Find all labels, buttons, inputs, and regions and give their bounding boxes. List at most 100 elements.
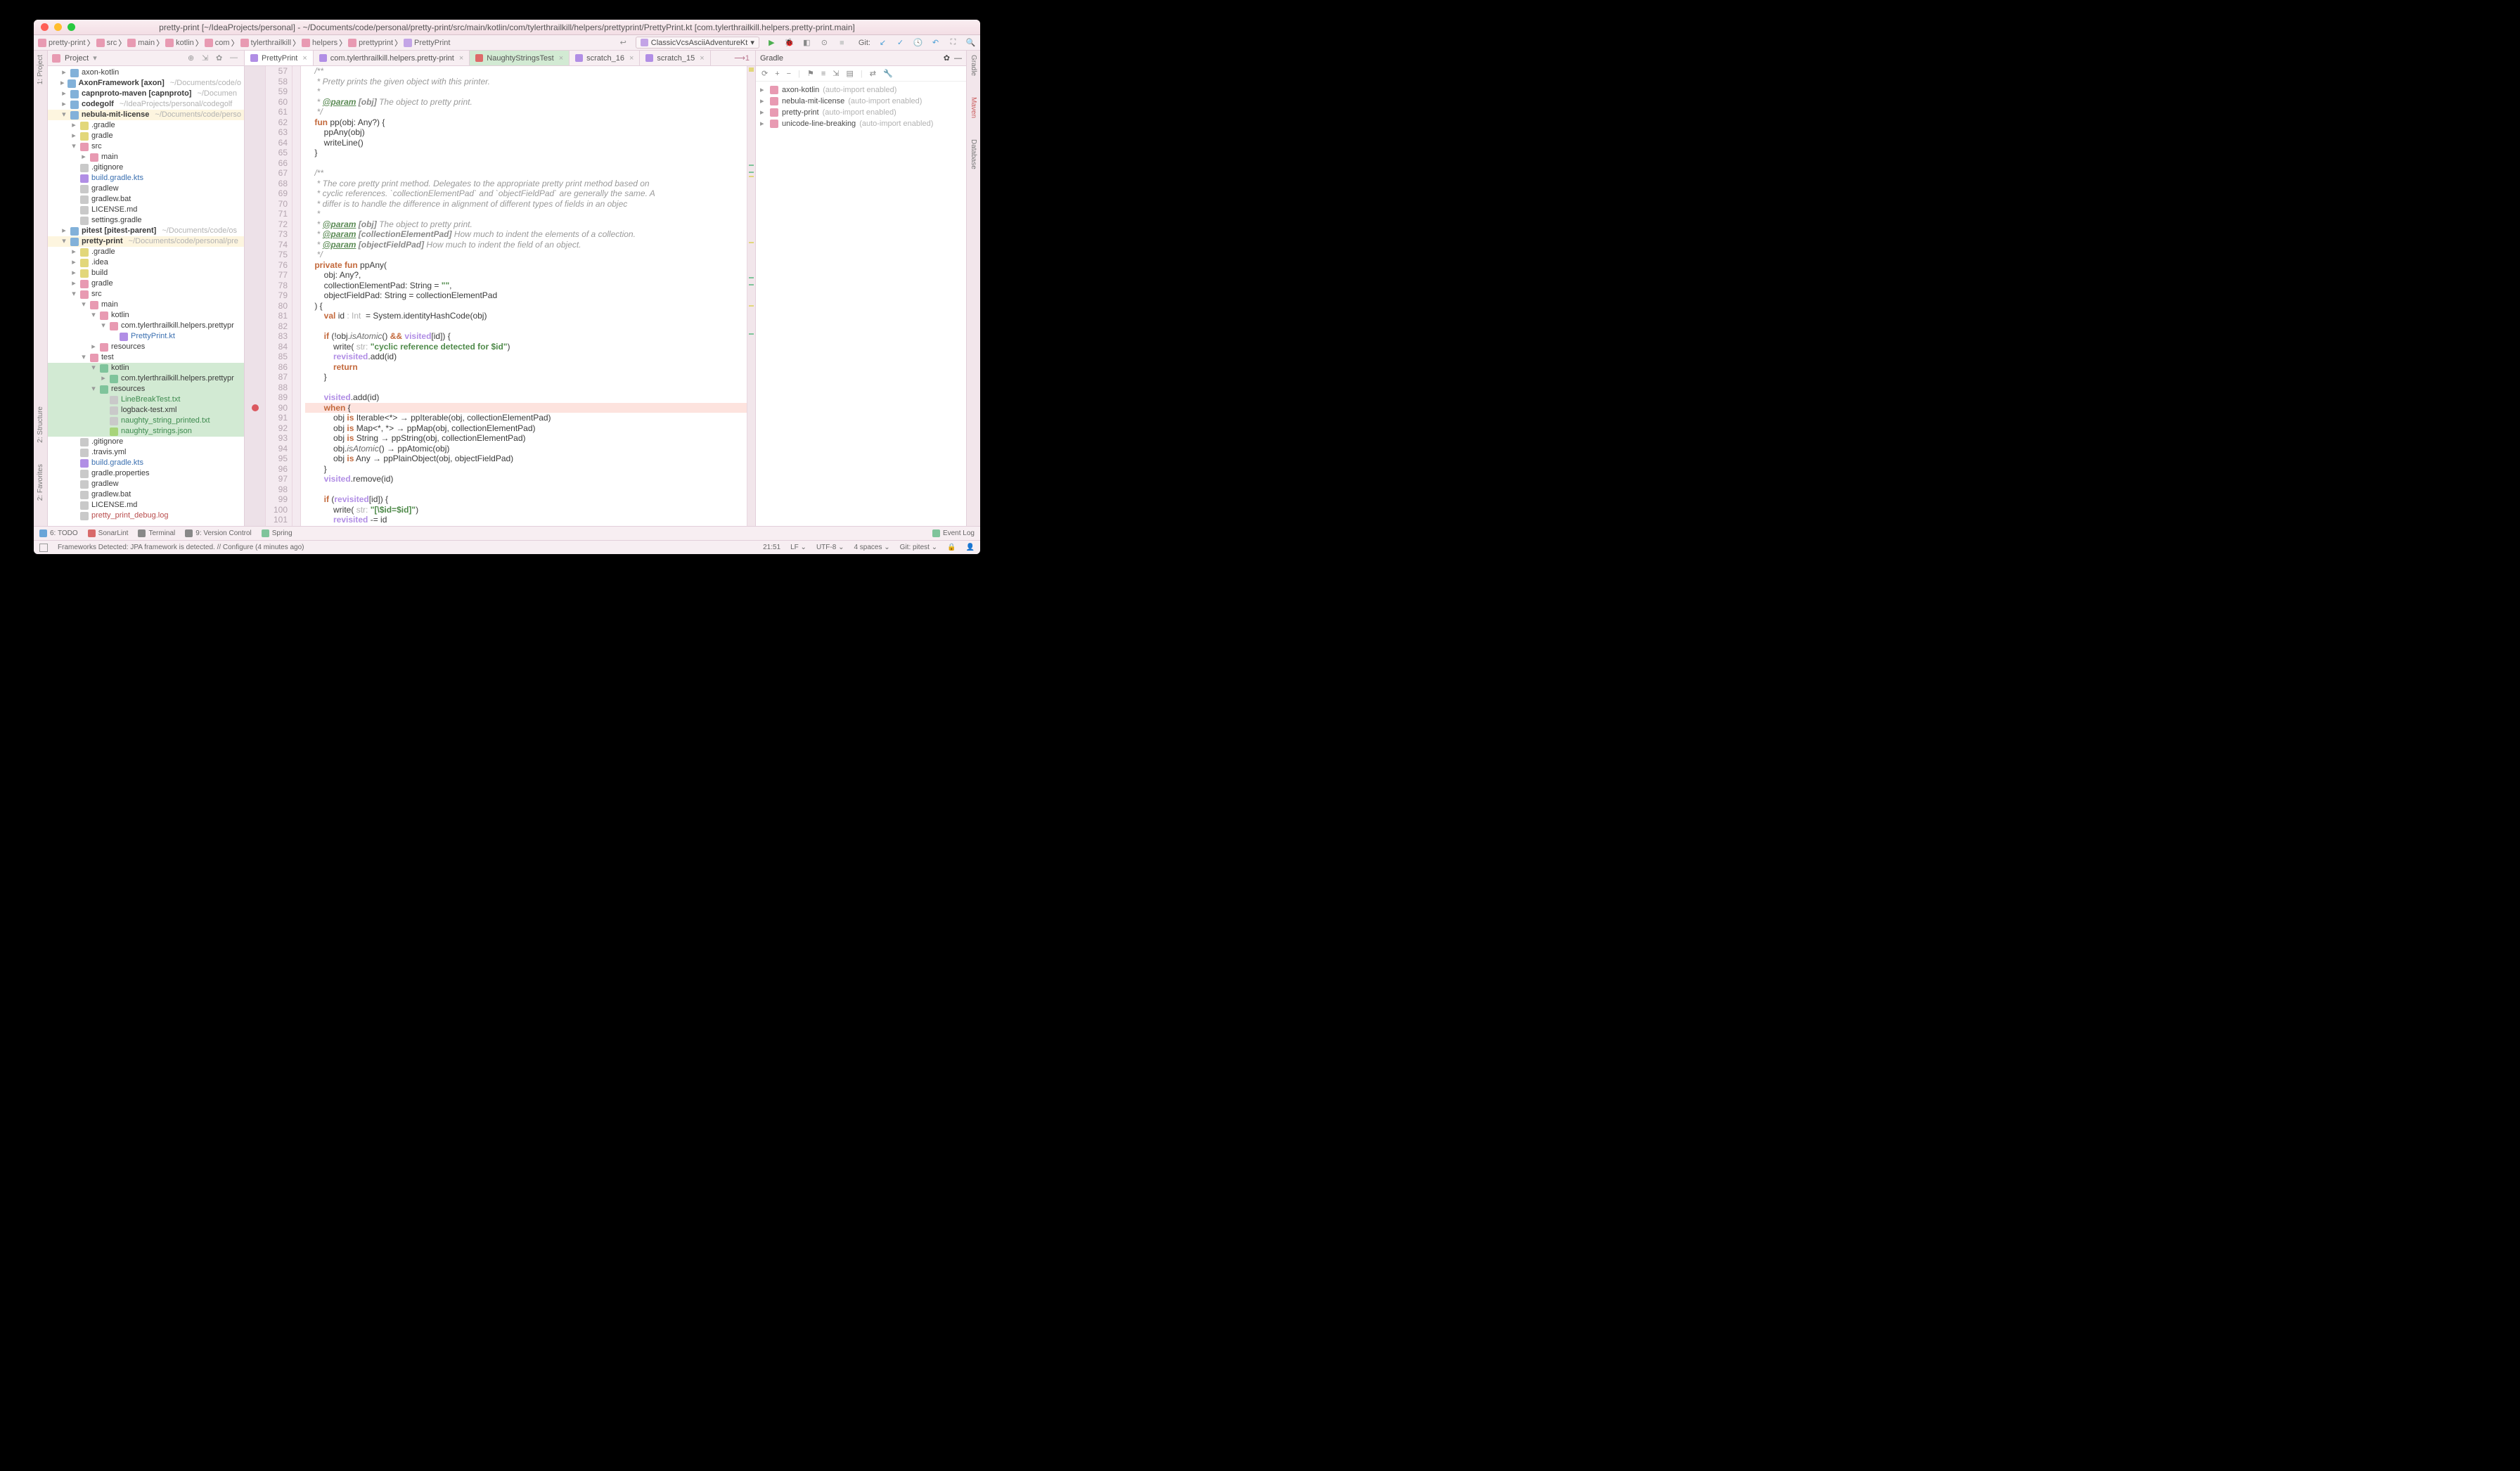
tree-row[interactable]: LICENSE.md xyxy=(48,205,244,215)
breadcrumb-segment[interactable]: helpers xyxy=(302,39,338,47)
tool-windows-button[interactable] xyxy=(39,544,48,552)
remove-icon[interactable]: − xyxy=(787,70,791,78)
editor-tab[interactable]: scratch_16× xyxy=(570,51,640,65)
tree-arrow-icon[interactable]: ▸ xyxy=(100,373,107,384)
tree-row[interactable]: ▸ gradle xyxy=(48,131,244,141)
tree-arrow-icon[interactable]: ▾ xyxy=(70,289,77,300)
offline-icon[interactable]: ⇄ xyxy=(870,69,876,78)
error-stripe[interactable] xyxy=(747,66,755,526)
tree-arrow-icon[interactable]: ▸ xyxy=(60,226,68,236)
tree-row[interactable]: ▾ com.tylerthrailkill.helpers.prettypr xyxy=(48,321,244,331)
ide-settings-button[interactable]: ⛶ xyxy=(948,37,958,48)
tree-row[interactable]: ▾ src xyxy=(48,289,244,300)
editor-tab[interactable]: scratch_15× xyxy=(640,51,710,65)
profile-button[interactable]: ⊙ xyxy=(819,37,830,48)
tree-row[interactable]: naughty_string_printed.txt xyxy=(48,416,244,426)
tool-structure[interactable]: 2: Structure xyxy=(37,406,44,443)
tree-row[interactable]: build.gradle.kts xyxy=(48,458,244,468)
tree-row[interactable]: naughty_strings.json xyxy=(48,426,244,437)
breadcrumb-segment[interactable]: tylerthrailkill xyxy=(240,39,291,47)
tree-row[interactable]: gradlew.bat xyxy=(48,194,244,205)
inspector-icon[interactable]: 👤 xyxy=(966,544,975,551)
tree-row[interactable]: ▾ src xyxy=(48,141,244,152)
tree-arrow-icon[interactable]: ▸ xyxy=(760,118,766,129)
tree-arrow-icon[interactable]: ▸ xyxy=(60,68,68,78)
bottom-tool-button[interactable]: SonarLint xyxy=(88,529,129,537)
editor-tab[interactable]: PrettyPrint× xyxy=(245,51,314,65)
tree-row[interactable]: ▾ resources xyxy=(48,384,244,394)
hide-button[interactable]: — xyxy=(230,53,240,63)
tree-row[interactable]: gradlew xyxy=(48,479,244,489)
tree-row[interactable]: .gitignore xyxy=(48,437,244,447)
maximize-icon[interactable] xyxy=(68,23,75,31)
breadcrumb-segment[interactable]: prettyprint xyxy=(348,39,393,47)
collapse-icon[interactable]: ⇲ xyxy=(832,69,839,78)
tree-row[interactable]: ▾ pretty-print ~/Documents/code/personal… xyxy=(48,236,244,247)
tool-maven[interactable]: Maven xyxy=(970,97,977,118)
gradle-tree[interactable]: ▸axon-kotlin (auto-import enabled)▸nebul… xyxy=(756,82,966,526)
breadcrumb-segment[interactable]: pretty-print xyxy=(38,39,86,47)
line-number-gutter[interactable]: 5758596061626364656667686970717273747576… xyxy=(266,66,292,526)
wrench-icon[interactable]: 🔧 xyxy=(883,69,893,78)
tree-arrow-icon[interactable]: ▾ xyxy=(100,321,107,331)
gradle-project-row[interactable]: ▸pretty-print (auto-import enabled) xyxy=(760,107,962,118)
gradle-project-row[interactable]: ▸unicode-line-breaking (auto-import enab… xyxy=(760,118,962,129)
tree-row[interactable]: ▸ codegolf ~/IdeaProjects/personal/codeg… xyxy=(48,99,244,110)
debug-button[interactable]: 🐞 xyxy=(784,37,795,48)
tree-row[interactable]: gradle.properties xyxy=(48,468,244,479)
code-content[interactable]: /** * Pretty prints the given object wit… xyxy=(301,66,747,526)
tree-arrow-icon[interactable]: ▾ xyxy=(60,236,68,247)
tree-row[interactable]: LICENSE.md xyxy=(48,500,244,510)
tree-row[interactable]: build.gradle.kts xyxy=(48,173,244,184)
breadcrumb-segment[interactable]: PrettyPrint xyxy=(404,39,450,47)
tree-arrow-icon[interactable]: ▾ xyxy=(70,141,77,152)
run-button[interactable]: ▶ xyxy=(766,37,777,48)
tree-row[interactable]: ▸ .gradle xyxy=(48,120,244,131)
tree-arrow-icon[interactable]: ▸ xyxy=(70,278,77,289)
tree-arrow-icon[interactable]: ▸ xyxy=(70,247,77,257)
tree-row[interactable]: ▸ .gradle xyxy=(48,247,244,257)
tree-arrow-icon[interactable]: ▸ xyxy=(760,107,766,118)
tree-row[interactable]: PrettyPrint.kt xyxy=(48,331,244,342)
tree-arrow-icon[interactable]: ▸ xyxy=(60,99,68,110)
event-log-button[interactable]: Event Log xyxy=(932,529,975,537)
tree-arrow-icon[interactable]: ▾ xyxy=(60,110,68,120)
tree-arrow-icon[interactable]: ▸ xyxy=(70,120,77,131)
tree-row[interactable]: ▾ kotlin xyxy=(48,363,244,373)
scroll-from-source-button[interactable]: ⊕ xyxy=(188,53,198,63)
git-update-button[interactable]: ↙ xyxy=(878,37,888,48)
minimize-icon[interactable] xyxy=(54,23,62,31)
close-tab-icon[interactable]: × xyxy=(459,54,463,63)
tree-row[interactable]: ▸ .idea xyxy=(48,257,244,268)
tree-arrow-icon[interactable]: ▸ xyxy=(90,342,97,352)
show-deps-icon[interactable]: ▤ xyxy=(846,69,853,78)
tree-row[interactable]: ▸ resources xyxy=(48,342,244,352)
collapse-all-button[interactable]: ⇲ xyxy=(202,53,212,63)
bottom-tool-button[interactable]: 9: Version Control xyxy=(185,529,252,537)
tree-arrow-icon[interactable]: ▾ xyxy=(90,384,97,394)
coverage-button[interactable]: ◧ xyxy=(802,37,812,48)
fold-gutter[interactable] xyxy=(292,66,301,526)
tree-row[interactable]: ▾ test xyxy=(48,352,244,363)
tree-row[interactable]: .travis.yml xyxy=(48,447,244,458)
bottom-tool-button[interactable]: Terminal xyxy=(138,529,175,537)
tree-arrow-icon[interactable]: ▸ xyxy=(80,152,87,162)
tool-database[interactable]: Database xyxy=(970,139,977,169)
tree-arrow-icon[interactable]: ▾ xyxy=(80,352,87,363)
git-revert-button[interactable]: ↶ xyxy=(930,37,941,48)
tree-arrow-icon[interactable]: ▸ xyxy=(760,84,766,96)
breakpoint-icon[interactable] xyxy=(252,404,259,411)
bottom-tool-button[interactable]: Spring xyxy=(262,529,292,537)
more-tabs-button[interactable]: ⟶1 xyxy=(728,51,755,65)
breadcrumb-segment[interactable]: main xyxy=(127,39,155,47)
close-tab-icon[interactable]: × xyxy=(302,54,307,63)
file-encoding[interactable]: UTF-8 ⌄ xyxy=(816,544,844,551)
tree-row[interactable]: logback-test.xml xyxy=(48,405,244,416)
tree-row[interactable]: ▾ kotlin xyxy=(48,310,244,321)
stop-button[interactable]: ■ xyxy=(837,37,847,48)
tree-row[interactable]: ▸ AxonFramework [axon] ~/Documents/code/… xyxy=(48,78,244,89)
project-tree[interactable]: ▸ axon-kotlin ▸ AxonFramework [axon] ~/D… xyxy=(48,66,244,526)
tree-arrow-icon[interactable]: ▸ xyxy=(760,96,766,107)
tree-row[interactable]: gradlew xyxy=(48,184,244,194)
git-commit-button[interactable]: ✓ xyxy=(895,37,906,48)
